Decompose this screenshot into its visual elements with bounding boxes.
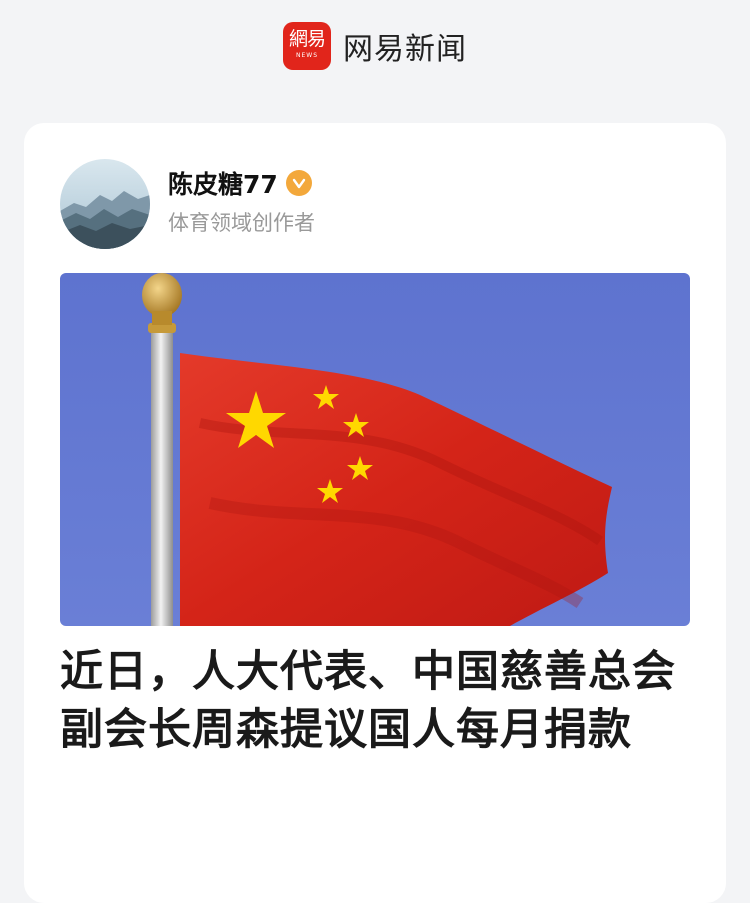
article-hero-image[interactable] xyxy=(60,273,690,626)
app-title: 网易新闻 xyxy=(343,32,467,67)
author-subtitle: 体育领域创作者 xyxy=(168,211,315,235)
app-brand[interactable]: 網易 NEWS 网易新闻 xyxy=(283,22,467,70)
article-card[interactable]: 陈皮糖77 体育领域创作者 近日，人大代表、中国慈善总会副会长周森提议国人每月捐… xyxy=(24,123,726,903)
author-meta: 陈皮糖77 体育领域创作者 xyxy=(168,165,315,237)
author-name[interactable]: 陈皮糖77 xyxy=(168,165,278,201)
logo-text: 網易 xyxy=(288,28,326,50)
logo-subtext: NEWS xyxy=(295,52,319,59)
netease-news-logo-icon: 網易 NEWS xyxy=(283,22,331,70)
author-name-line: 陈皮糖77 xyxy=(168,165,315,201)
author-row[interactable]: 陈皮糖77 体育领域创作者 xyxy=(60,159,315,249)
check-badge-icon xyxy=(285,170,312,196)
author-avatar[interactable] xyxy=(60,159,150,249)
top-bar: 網易 NEWS 网易新闻 xyxy=(0,0,750,100)
article-headline[interactable]: 近日，人大代表、中国慈善总会副会长周森提议国人每月捐款 xyxy=(60,643,700,759)
